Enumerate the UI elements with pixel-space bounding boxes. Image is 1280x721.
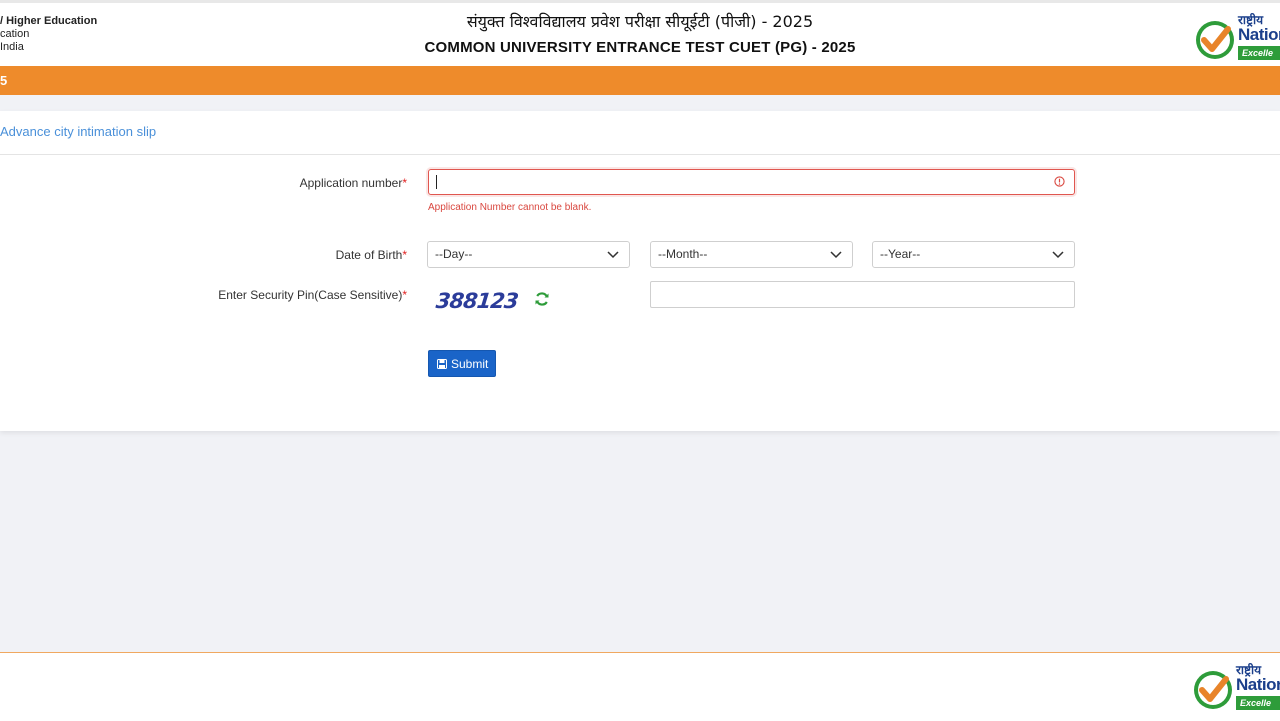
submit-label: Submit (451, 357, 489, 371)
required-mark: * (402, 176, 407, 190)
footer-nta-logo: राष्ट्रीय Nation Excelle (1192, 661, 1280, 711)
page-footer: राष्ट्रीय Nation Excelle (0, 652, 1280, 721)
ministry-text: / Higher Education cation India (0, 15, 97, 54)
dob-label-text: Date of Birth (335, 248, 403, 262)
logo-tagline: Excelle (1238, 46, 1280, 60)
chevron-down-icon (1052, 251, 1064, 259)
form-card: Advance city intimation slip Application… (0, 111, 1280, 431)
ministry-line-1: / Higher Education (0, 15, 98, 27)
page-title: संयुक्त विश्वविद्यालय प्रवेश परीक्षा सीय… (340, 11, 940, 56)
dob-label: Date of Birth* (107, 248, 407, 262)
logo-text-english: Nation (1238, 25, 1280, 44)
dob-year-select[interactable]: --Year-- (872, 241, 1075, 268)
captcha-text: 388123 (434, 289, 519, 313)
ministry-line-3: India (0, 41, 24, 53)
checkmark-logo-icon (1196, 21, 1234, 59)
required-mark: * (402, 288, 407, 302)
ministry-line-2: cation (0, 28, 30, 40)
security-pin-label-text: Enter Security Pin(Case Sensitive) (218, 288, 403, 302)
chevron-down-icon (607, 251, 619, 259)
dob-month-select[interactable]: --Month-- (650, 241, 853, 268)
application-number-input[interactable] (428, 169, 1075, 195)
text-caret (436, 175, 437, 189)
application-number-error: Application Number cannot be blank. (428, 202, 592, 213)
card-heading[interactable]: Advance city intimation slip (0, 111, 1280, 155)
dob-day-value: --Day-- (435, 247, 473, 261)
security-pin-label: Enter Security Pin(Case Sensitive)* (107, 288, 407, 302)
footer-logo-text-english: Nation (1236, 675, 1280, 694)
chevron-down-icon (830, 251, 842, 259)
captcha-image: 388123 (428, 281, 529, 325)
checkmark-logo-icon (1194, 671, 1232, 709)
application-number-label-text: Application number (299, 176, 403, 190)
submit-button[interactable]: Submit (428, 350, 496, 377)
dob-day-select[interactable]: --Day-- (427, 241, 630, 268)
alert-circle-icon (1054, 176, 1065, 187)
footer-logo-tagline: Excelle (1236, 696, 1280, 710)
security-pin-input[interactable] (650, 281, 1075, 308)
dob-year-value: --Year-- (880, 247, 921, 261)
banner-text: 5 (0, 73, 8, 88)
application-number-label: Application number* (107, 176, 407, 190)
orange-banner: 5 (0, 66, 1280, 95)
title-hindi: संयुक्त विश्वविद्यालय प्रवेश परीक्षा सीय… (466, 12, 814, 31)
required-mark: * (402, 248, 407, 262)
dob-month-value: --Month-- (658, 247, 708, 261)
title-english: COMMON UNIVERSITY ENTRANCE TEST CUET (PG… (424, 39, 856, 56)
save-icon (437, 359, 447, 369)
refresh-icon[interactable] (534, 291, 550, 307)
nta-logo: राष्ट्रीय Nation Excelle (1194, 11, 1280, 61)
page-header: / Higher Education cation India संयुक्त … (0, 0, 1280, 66)
